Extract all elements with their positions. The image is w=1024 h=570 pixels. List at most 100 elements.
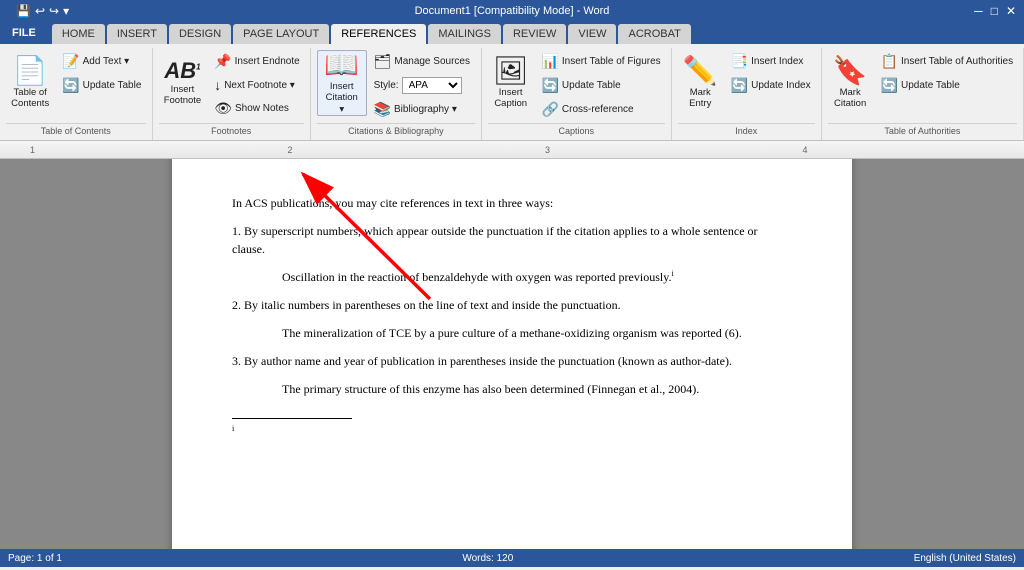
tab-insert[interactable]: INSERT (107, 24, 167, 44)
mark-citation-label: MarkCitation (834, 87, 866, 110)
style-row: Style: APA MLA Chicago (369, 74, 475, 97)
update-table3-btn[interactable]: 🔄 Update Table (876, 74, 1019, 97)
window-title: Document1 [Compatibility Mode] - Word (415, 5, 610, 17)
update-table-label: Update Table (83, 80, 142, 91)
paragraph-4: 2. By italic numbers in parentheses on t… (232, 296, 792, 314)
close-icon[interactable]: ✕ (1006, 4, 1016, 18)
insert-footnote-label: InsertFootnote (164, 84, 202, 107)
insert-caption-label: InsertCaption (494, 87, 527, 110)
status-language: English (United States) (914, 553, 1016, 564)
insert-caption-icon: 🖼 (493, 57, 529, 85)
captions-group-label: Captions (488, 123, 665, 138)
authorities-group-label: Table of Authorities (828, 123, 1017, 138)
insert-footnote-btn[interactable]: AB1 InsertFootnote (158, 50, 208, 116)
tab-home[interactable]: HOME (52, 24, 105, 44)
cross-reference-icon: 🔗 (541, 101, 558, 118)
insert-citation-icon: 📖 (324, 51, 359, 79)
footnotes-items: AB1 InsertFootnote 📌 Insert Endnote ↓ Ne… (158, 50, 305, 121)
show-notes-btn[interactable]: 👁 Show Notes (209, 97, 304, 120)
next-footnote-btn[interactable]: ↓ Next Footnote ▾ (209, 74, 304, 96)
tab-acrobat[interactable]: ACROBAT (618, 24, 690, 44)
status-bar: Page: 1 of 1 Words: 120 English (United … (0, 549, 1024, 567)
ribbon-group-toc: 📄 Table ofContents 📝 Add Text ▾ 🔄 Update… (0, 48, 153, 140)
status-left: Page: 1 of 1 (8, 553, 62, 564)
cross-reference-label: Cross-reference (562, 104, 634, 115)
paragraph-2: 1. By superscript numbers, which appear … (232, 222, 792, 258)
index-small-col: 📑 Insert Index 🔄 Update Index (726, 50, 816, 97)
superscript-1: i (671, 269, 673, 278)
save-icon[interactable]: 💾 (16, 4, 31, 18)
insert-endnote-btn[interactable]: 📌 Insert Endnote (209, 50, 304, 73)
insert-footnote-icon: AB1 (164, 60, 200, 82)
tab-review[interactable]: REVIEW (503, 24, 566, 44)
update-index-label: Update Index (751, 80, 811, 91)
insert-endnote-icon: 📌 (214, 53, 231, 70)
tab-page-layout[interactable]: PAGE LAYOUT (233, 24, 329, 44)
insert-citation-label: InsertCitation ▾ (323, 81, 361, 115)
update-table3-label: Update Table (901, 80, 960, 91)
footnotes-small-col: 📌 Insert Endnote ↓ Next Footnote ▾ 👁 Sho… (209, 50, 304, 120)
style-text-label: Style: (374, 80, 399, 91)
bibliography-label: Bibliography ▾ (394, 104, 457, 115)
restore-icon[interactable]: □ (991, 4, 998, 18)
doc-content[interactable]: In ACS publications, you may cite refere… (0, 159, 1024, 549)
insert-table-figures-label: Insert Table of Figures (562, 56, 661, 67)
manage-sources-btn[interactable]: 🗂 Manage Sources (369, 50, 475, 73)
footnote-text: i (232, 423, 792, 440)
tab-view[interactable]: VIEW (568, 24, 616, 44)
file-button[interactable]: FILE (0, 22, 48, 44)
update-table3-icon: 🔄 (881, 77, 898, 94)
mark-entry-icon: ✏️ (683, 57, 718, 85)
horizontal-ruler: 1 2 3 4 5 6 7 (0, 141, 1024, 159)
table-of-contents-btn[interactable]: 📄 Table ofContents (5, 50, 55, 116)
tab-design[interactable]: DESIGN (169, 24, 231, 44)
add-text-btn[interactable]: 📝 Add Text ▾ (57, 50, 146, 73)
bibliography-icon: 📚 (374, 101, 391, 118)
insert-table-figures-icon: 📊 (541, 53, 558, 70)
paragraph-6: 3. By author name and year of publicatio… (232, 352, 792, 370)
quick-access-toolbar: 💾 ↩ ↪ ▾ (8, 2, 77, 20)
undo-icon[interactable]: ↩ (35, 4, 45, 18)
paragraph-1: In ACS publications, you may cite refere… (232, 194, 792, 212)
add-text-icon: 📝 (62, 53, 79, 70)
add-text-label: Add Text ▾ (83, 56, 130, 67)
insert-table-authorities-label: Insert Table of Authorities (901, 56, 1013, 67)
redo-icon[interactable]: ↪ (49, 4, 59, 18)
authorities-items: 🔖 MarkCitation 📋 Insert Table of Authori… (827, 50, 1018, 121)
authorities-small-col: 📋 Insert Table of Authorities 🔄 Update T… (876, 50, 1019, 97)
ribbon-group-index: ✏️ MarkEntry 📑 Insert Index 🔄 Update Ind… (672, 48, 822, 140)
insert-table-figures-btn[interactable]: 📊 Insert Table of Figures (536, 50, 665, 73)
customize-icon[interactable]: ▾ (63, 4, 69, 18)
cross-reference-btn[interactable]: 🔗 Cross-reference (536, 98, 665, 121)
tab-bar: HOME INSERT DESIGN PAGE LAYOUT REFERENCE… (48, 22, 1024, 44)
toc-small-col: 📝 Add Text ▾ 🔄 Update Table (57, 50, 146, 97)
insert-index-btn[interactable]: 📑 Insert Index (726, 50, 816, 73)
manage-sources-label: Manage Sources (394, 56, 470, 67)
update-table-icon: 🔄 (62, 77, 79, 94)
paragraph-3: Oscillation in the reaction of benzaldeh… (282, 268, 792, 286)
tab-mailings[interactable]: MAILINGS (428, 24, 501, 44)
style-select[interactable]: APA MLA Chicago (402, 77, 462, 94)
bibliography-btn[interactable]: 📚 Bibliography ▾ (369, 98, 475, 121)
ribbon-group-footnotes: AB1 InsertFootnote 📌 Insert Endnote ↓ Ne… (153, 48, 311, 140)
update-table2-btn[interactable]: 🔄 Update Table (536, 74, 665, 97)
insert-endnote-label: Insert Endnote (235, 56, 300, 67)
mark-entry-btn[interactable]: ✏️ MarkEntry (677, 50, 724, 116)
mark-citation-icon: 🔖 (833, 57, 868, 85)
top-area: 💾 ↩ ↪ ▾ Document1 [Compatibility Mode] -… (0, 0, 1024, 159)
paragraph-7: The primary structure of this enzyme has… (282, 380, 792, 398)
insert-caption-btn[interactable]: 🖼 InsertCaption (487, 50, 535, 116)
minimize-icon[interactable]: ─ (974, 4, 983, 18)
update-table2-label: Update Table (562, 80, 621, 91)
update-index-btn[interactable]: 🔄 Update Index (726, 74, 816, 97)
insert-index-label: Insert Index (751, 56, 803, 67)
mark-citation-btn[interactable]: 🔖 MarkCitation (827, 50, 874, 116)
update-table-btn[interactable]: 🔄 Update Table (57, 74, 146, 97)
ribbon-group-citations: 📖 InsertCitation ▾ 🗂 Manage Sources Styl… (311, 48, 482, 140)
tab-references[interactable]: REFERENCES (331, 24, 426, 44)
insert-table-authorities-icon: 📋 (881, 53, 898, 70)
insert-table-authorities-btn[interactable]: 📋 Insert Table of Authorities (876, 50, 1019, 73)
next-footnote-icon: ↓ (214, 77, 221, 93)
ribbon-group-captions: 🖼 InsertCaption 📊 Insert Table of Figure… (482, 48, 672, 140)
insert-citation-btn[interactable]: 📖 InsertCitation ▾ (317, 50, 367, 116)
